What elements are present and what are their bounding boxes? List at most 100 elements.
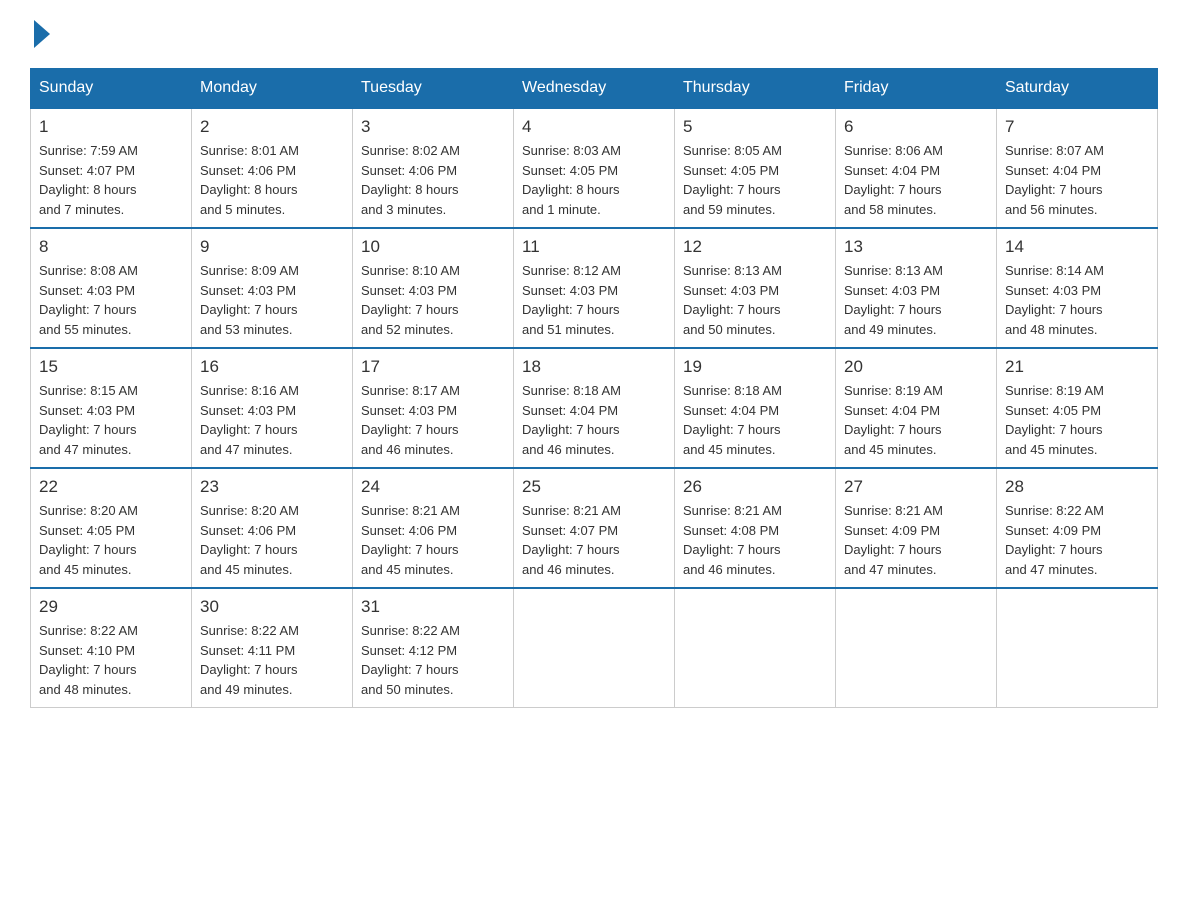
day-info: Sunrise: 8:22 AM Sunset: 4:12 PM Dayligh… [361, 621, 505, 699]
day-info: Sunrise: 8:19 AM Sunset: 4:04 PM Dayligh… [844, 381, 988, 459]
table-row: 18 Sunrise: 8:18 AM Sunset: 4:04 PM Dayli… [514, 348, 675, 468]
day-info: Sunrise: 8:01 AM Sunset: 4:06 PM Dayligh… [200, 141, 344, 219]
day-info: Sunrise: 7:59 AM Sunset: 4:07 PM Dayligh… [39, 141, 183, 219]
day-number: 28 [1005, 477, 1149, 497]
day-number: 30 [200, 597, 344, 617]
day-number: 22 [39, 477, 183, 497]
day-info: Sunrise: 8:21 AM Sunset: 4:09 PM Dayligh… [844, 501, 988, 579]
day-info: Sunrise: 8:14 AM Sunset: 4:03 PM Dayligh… [1005, 261, 1149, 339]
day-number: 23 [200, 477, 344, 497]
day-info: Sunrise: 8:05 AM Sunset: 4:05 PM Dayligh… [683, 141, 827, 219]
day-number: 8 [39, 237, 183, 257]
col-monday: Monday [192, 69, 353, 109]
day-info: Sunrise: 8:22 AM Sunset: 4:09 PM Dayligh… [1005, 501, 1149, 579]
table-row: 31 Sunrise: 8:22 AM Sunset: 4:12 PM Dayli… [353, 588, 514, 708]
day-info: Sunrise: 8:18 AM Sunset: 4:04 PM Dayligh… [522, 381, 666, 459]
day-number: 7 [1005, 117, 1149, 137]
table-row: 26 Sunrise: 8:21 AM Sunset: 4:08 PM Dayli… [675, 468, 836, 588]
day-number: 18 [522, 357, 666, 377]
day-number: 27 [844, 477, 988, 497]
day-number: 16 [200, 357, 344, 377]
table-row: 6 Sunrise: 8:06 AM Sunset: 4:04 PM Daylig… [836, 108, 997, 228]
day-number: 21 [1005, 357, 1149, 377]
day-number: 25 [522, 477, 666, 497]
day-number: 11 [522, 237, 666, 257]
logo [30, 20, 52, 48]
calendar-week-row: 15 Sunrise: 8:15 AM Sunset: 4:03 PM Dayli… [31, 348, 1158, 468]
day-info: Sunrise: 8:18 AM Sunset: 4:04 PM Dayligh… [683, 381, 827, 459]
day-number: 19 [683, 357, 827, 377]
table-row: 3 Sunrise: 8:02 AM Sunset: 4:06 PM Daylig… [353, 108, 514, 228]
col-thursday: Thursday [675, 69, 836, 109]
day-info: Sunrise: 8:06 AM Sunset: 4:04 PM Dayligh… [844, 141, 988, 219]
table-row: 10 Sunrise: 8:10 AM Sunset: 4:03 PM Dayli… [353, 228, 514, 348]
day-info: Sunrise: 8:21 AM Sunset: 4:08 PM Dayligh… [683, 501, 827, 579]
table-row: 5 Sunrise: 8:05 AM Sunset: 4:05 PM Daylig… [675, 108, 836, 228]
table-row: 30 Sunrise: 8:22 AM Sunset: 4:11 PM Dayli… [192, 588, 353, 708]
page-header [30, 20, 1158, 48]
day-number: 12 [683, 237, 827, 257]
table-row: 12Sunrise: 8:13 AM Sunset: 4:03 PM Dayli… [675, 228, 836, 348]
day-info: Sunrise: 8:07 AM Sunset: 4:04 PM Dayligh… [1005, 141, 1149, 219]
col-sunday: Sunday [31, 69, 192, 109]
day-info: Sunrise: 8:21 AM Sunset: 4:06 PM Dayligh… [361, 501, 505, 579]
table-row: 13Sunrise: 8:13 AM Sunset: 4:03 PM Dayli… [836, 228, 997, 348]
day-number: 6 [844, 117, 988, 137]
table-row: 20 Sunrise: 8:19 AM Sunset: 4:04 PM Dayli… [836, 348, 997, 468]
day-number: 20 [844, 357, 988, 377]
table-row: 16 Sunrise: 8:16 AM Sunset: 4:03 PM Dayli… [192, 348, 353, 468]
table-row [675, 588, 836, 708]
table-row: 21 Sunrise: 8:19 AM Sunset: 4:05 PM Dayli… [997, 348, 1158, 468]
day-number: 2 [200, 117, 344, 137]
col-tuesday: Tuesday [353, 69, 514, 109]
col-wednesday: Wednesday [514, 69, 675, 109]
table-row: 15 Sunrise: 8:15 AM Sunset: 4:03 PM Dayli… [31, 348, 192, 468]
logo-arrow-icon [34, 20, 50, 48]
day-number: 14 [1005, 237, 1149, 257]
table-row: 28 Sunrise: 8:22 AM Sunset: 4:09 PM Dayli… [997, 468, 1158, 588]
day-info: Sunrise: 8:03 AM Sunset: 4:05 PM Dayligh… [522, 141, 666, 219]
calendar-week-row: 1 Sunrise: 7:59 AM Sunset: 4:07 PM Daylig… [31, 108, 1158, 228]
day-info: Sunrise: 8:19 AM Sunset: 4:05 PM Dayligh… [1005, 381, 1149, 459]
day-number: 10 [361, 237, 505, 257]
day-number: 4 [522, 117, 666, 137]
day-info: Sunrise: 8:22 AM Sunset: 4:11 PM Dayligh… [200, 621, 344, 699]
table-row: 17Sunrise: 8:17 AM Sunset: 4:03 PM Dayli… [353, 348, 514, 468]
table-row: 22Sunrise: 8:20 AM Sunset: 4:05 PM Dayli… [31, 468, 192, 588]
table-row: 11 Sunrise: 8:12 AM Sunset: 4:03 PM Dayli… [514, 228, 675, 348]
table-row: 19 Sunrise: 8:18 AM Sunset: 4:04 PM Dayli… [675, 348, 836, 468]
day-number: 1 [39, 117, 183, 137]
day-number: 31 [361, 597, 505, 617]
table-row: 24 Sunrise: 8:21 AM Sunset: 4:06 PM Dayli… [353, 468, 514, 588]
calendar-week-row: 8Sunrise: 8:08 AM Sunset: 4:03 PM Daylig… [31, 228, 1158, 348]
day-number: 13 [844, 237, 988, 257]
day-number: 24 [361, 477, 505, 497]
day-number: 5 [683, 117, 827, 137]
table-row: 9 Sunrise: 8:09 AM Sunset: 4:03 PM Daylig… [192, 228, 353, 348]
day-number: 3 [361, 117, 505, 137]
day-info: Sunrise: 8:09 AM Sunset: 4:03 PM Dayligh… [200, 261, 344, 339]
day-info: Sunrise: 8:10 AM Sunset: 4:03 PM Dayligh… [361, 261, 505, 339]
table-row [514, 588, 675, 708]
day-info: Sunrise: 8:16 AM Sunset: 4:03 PM Dayligh… [200, 381, 344, 459]
calendar-week-row: 22Sunrise: 8:20 AM Sunset: 4:05 PM Dayli… [31, 468, 1158, 588]
table-row: 1 Sunrise: 7:59 AM Sunset: 4:07 PM Daylig… [31, 108, 192, 228]
table-row: 23 Sunrise: 8:20 AM Sunset: 4:06 PM Dayli… [192, 468, 353, 588]
table-row: 29Sunrise: 8:22 AM Sunset: 4:10 PM Dayli… [31, 588, 192, 708]
day-info: Sunrise: 8:15 AM Sunset: 4:03 PM Dayligh… [39, 381, 183, 459]
day-info: Sunrise: 8:02 AM Sunset: 4:06 PM Dayligh… [361, 141, 505, 219]
table-row: 2 Sunrise: 8:01 AM Sunset: 4:06 PM Daylig… [192, 108, 353, 228]
day-number: 15 [39, 357, 183, 377]
table-row [997, 588, 1158, 708]
day-info: Sunrise: 8:12 AM Sunset: 4:03 PM Dayligh… [522, 261, 666, 339]
table-row: 25Sunrise: 8:21 AM Sunset: 4:07 PM Dayli… [514, 468, 675, 588]
day-number: 9 [200, 237, 344, 257]
day-info: Sunrise: 8:22 AM Sunset: 4:10 PM Dayligh… [39, 621, 183, 699]
table-row: 7 Sunrise: 8:07 AM Sunset: 4:04 PM Daylig… [997, 108, 1158, 228]
calendar-week-row: 29Sunrise: 8:22 AM Sunset: 4:10 PM Dayli… [31, 588, 1158, 708]
table-row [836, 588, 997, 708]
day-number: 26 [683, 477, 827, 497]
calendar-header-row: Sunday Monday Tuesday Wednesday Thursday… [31, 69, 1158, 109]
table-row: 4 Sunrise: 8:03 AM Sunset: 4:05 PM Daylig… [514, 108, 675, 228]
day-info: Sunrise: 8:20 AM Sunset: 4:06 PM Dayligh… [200, 501, 344, 579]
